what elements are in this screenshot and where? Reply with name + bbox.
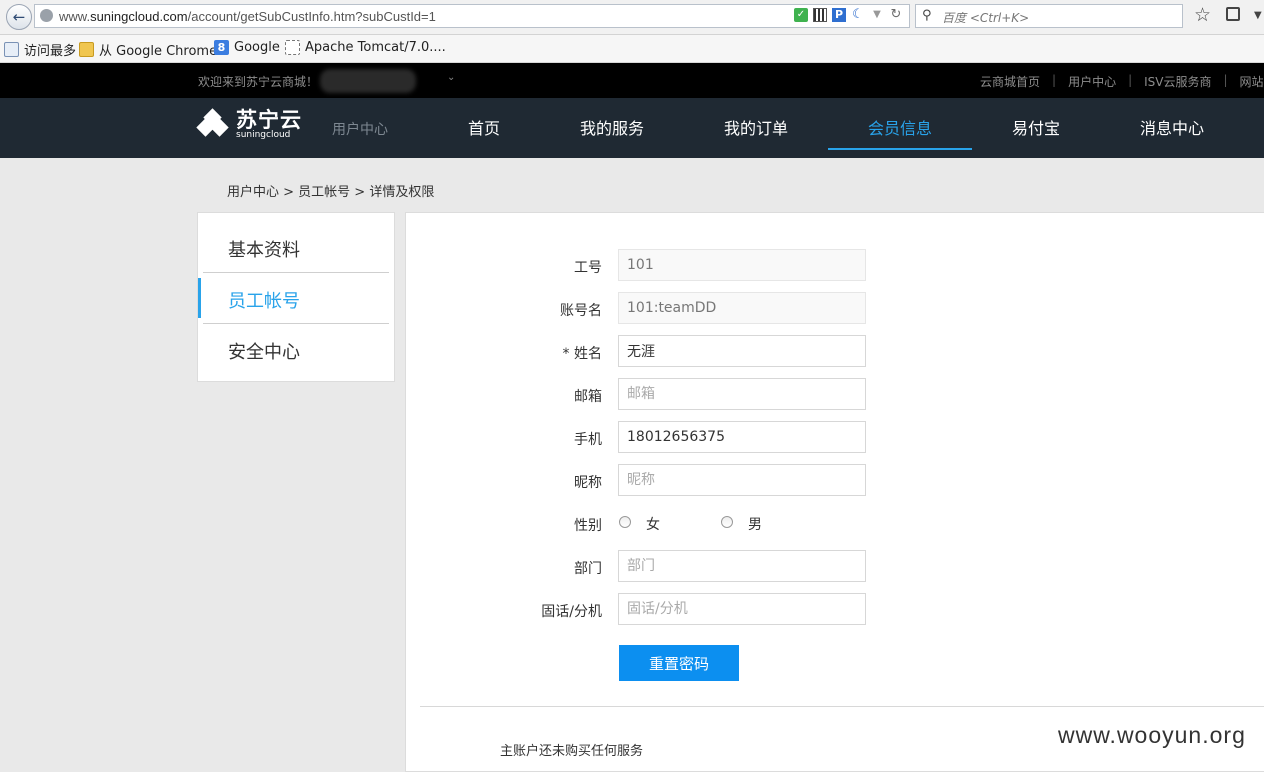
landline-field[interactable]: [618, 593, 866, 625]
nav-yifubao[interactable]: 易付宝: [1012, 115, 1060, 139]
no-service-text: 主账户还未购买任何服务: [500, 744, 644, 759]
bookmark-apache-tomcat[interactable]: Apache Tomcat/7.0....: [285, 40, 446, 55]
email-field[interactable]: [618, 378, 866, 410]
watermark: www.wooyun.org: [1058, 722, 1246, 748]
chevron-down-icon[interactable]: ⌄: [447, 72, 455, 83]
welcome-text: 欢迎来到苏宁云商城！: [198, 75, 319, 89]
nav-message-center[interactable]: 消息中心: [1140, 115, 1204, 139]
nav-member-info[interactable]: 会员信息: [868, 115, 932, 139]
redacted-username: [320, 69, 416, 93]
form-row-department: 部门: [406, 550, 1264, 582]
gender-label: 性别: [574, 518, 602, 534]
nav-active-underline: [828, 148, 972, 150]
shield-icon[interactable]: ✓: [794, 8, 808, 22]
top-links: 云商城首页 | 用户中心 | ISV云服务商 | 网站导: [980, 73, 1264, 90]
search-icon: ⚲: [922, 8, 932, 23]
nav-subtitle: 用户中心: [332, 122, 388, 138]
library-icon[interactable]: [1226, 7, 1240, 21]
p-badge-icon[interactable]: P: [832, 8, 846, 22]
logo-icon: [196, 108, 229, 140]
name-label: * 姓名: [562, 346, 602, 362]
form-row-nickname: 昵称: [406, 464, 1264, 496]
site-topbar: 欢迎来到苏宁云商城！ ⌄ 云商城首页 | 用户中心 | ISV云服务商 | 网站…: [0, 63, 1264, 98]
top-link-user-center[interactable]: 用户中心: [1068, 73, 1116, 90]
reload-icon[interactable]: ↻: [889, 8, 903, 22]
browser-toolbar: ← www.suningcloud.com/account/getSubCust…: [0, 0, 1264, 35]
bookmark-label: 访问最多: [24, 44, 77, 59]
folder-icon: [79, 42, 94, 57]
bookmark-label: Apache Tomcat/7.0....: [305, 40, 446, 55]
bookmark-google[interactable]: 8 Google: [214, 40, 280, 55]
top-link-home[interactable]: 云商城首页: [980, 73, 1040, 90]
qr-code-icon[interactable]: [813, 8, 827, 22]
sidebar-item-label: 基本资料: [228, 240, 300, 261]
most-visited-icon: [4, 42, 19, 57]
search-placeholder[interactable]: 百度 <Ctrl+K>: [942, 9, 1029, 26]
breadcrumb: 用户中心 > 员工帐号 > 详情及权限: [227, 185, 435, 200]
bookmark-label: 从 Google Chrome: [99, 44, 218, 59]
logo-text: 苏宁云: [236, 108, 302, 132]
google-icon: 8: [214, 40, 229, 55]
bookmarks-bar: 访问最多 从 Google Chrome 8 Google Apache Tom…: [0, 35, 1264, 63]
form-row-employee-no: 工号: [406, 249, 1264, 281]
dropdown-icon[interactable]: ▼: [870, 8, 884, 22]
divider: |: [1052, 73, 1057, 87]
gender-female-radio[interactable]: [619, 516, 631, 528]
gender-female-label[interactable]: 女: [646, 514, 660, 534]
nav-my-services[interactable]: 我的服务: [580, 115, 644, 139]
bookmark-label: Google: [234, 40, 280, 55]
employee-no-label: 工号: [574, 260, 602, 276]
main-nav: 苏宁云 suningcloud 用户中心 首页 我的服务 我的订单 会员信息 易…: [0, 98, 1264, 158]
crescent-icon[interactable]: ☾: [851, 8, 865, 22]
form-row-email: 邮箱: [406, 378, 1264, 410]
phone-field[interactable]: [618, 421, 866, 453]
sidebar-item-label: 安全中心: [228, 342, 300, 363]
url-text[interactable]: www.suningcloud.com/account/getSubCustIn…: [59, 9, 436, 24]
divider: [420, 706, 1264, 707]
main-content: 工号 账号名 * 姓名 邮箱 手机 昵称 性别 女 男 部门 固话/分机 重置密…: [405, 212, 1264, 772]
search-bar[interactable]: ⚲ 百度 <Ctrl+K>: [915, 4, 1183, 28]
sidebar-item-label: 员工帐号: [228, 291, 300, 312]
sidebar: 基本资料 员工帐号 安全中心: [197, 212, 395, 382]
bookmark-most-visited[interactable]: 访问最多: [4, 40, 76, 59]
form-row-name: * 姓名: [406, 335, 1264, 367]
top-link-isv[interactable]: ISV云服务商: [1144, 73, 1211, 90]
star-icon[interactable]: ☆: [1194, 4, 1211, 26]
gender-male-radio[interactable]: [721, 516, 733, 528]
sidebar-item-staff-account[interactable]: 员工帐号: [198, 274, 394, 324]
divider: |: [1223, 73, 1228, 87]
divider: [203, 272, 389, 273]
department-label: 部门: [574, 561, 602, 577]
form-row-landline: 固话/分机: [406, 593, 1264, 625]
top-link-site-nav[interactable]: 网站导: [1240, 73, 1264, 90]
logo[interactable]: 苏宁云 suningcloud: [196, 108, 302, 140]
nickname-field[interactable]: [618, 464, 866, 496]
form-row-gender: 性别 女 男: [406, 507, 1264, 539]
email-label: 邮箱: [574, 389, 602, 405]
account-name-field[interactable]: [618, 292, 866, 324]
address-bar[interactable]: www.suningcloud.com/account/getSubCustIn…: [34, 4, 910, 28]
bookmark-google-chrome-folder[interactable]: 从 Google Chrome: [79, 40, 217, 59]
sidebar-item-security-center[interactable]: 安全中心: [198, 325, 394, 375]
divider: [203, 323, 389, 324]
phone-label: 手机: [574, 432, 602, 448]
account-name-label: 账号名: [560, 303, 602, 319]
chevron-down-icon[interactable]: ▼: [1254, 10, 1262, 21]
divider: |: [1128, 73, 1133, 87]
sidebar-item-basic-info[interactable]: 基本资料: [198, 223, 394, 273]
department-field[interactable]: [618, 550, 866, 582]
nickname-label: 昵称: [574, 475, 602, 491]
landline-label: 固话/分机: [541, 604, 602, 620]
form-row-phone: 手机: [406, 421, 1264, 453]
nav-my-orders[interactable]: 我的订单: [724, 115, 788, 139]
gender-male-label[interactable]: 男: [748, 514, 762, 534]
employee-no-field[interactable]: [618, 249, 866, 281]
form-row-account-name: 账号名: [406, 292, 1264, 324]
globe-icon: [40, 9, 53, 22]
nav-home[interactable]: 首页: [468, 115, 500, 139]
back-arrow-icon[interactable]: ←: [6, 4, 32, 30]
reset-password-button[interactable]: 重置密码: [619, 645, 739, 681]
name-field[interactable]: [618, 335, 866, 367]
blank-page-icon: [285, 40, 300, 55]
